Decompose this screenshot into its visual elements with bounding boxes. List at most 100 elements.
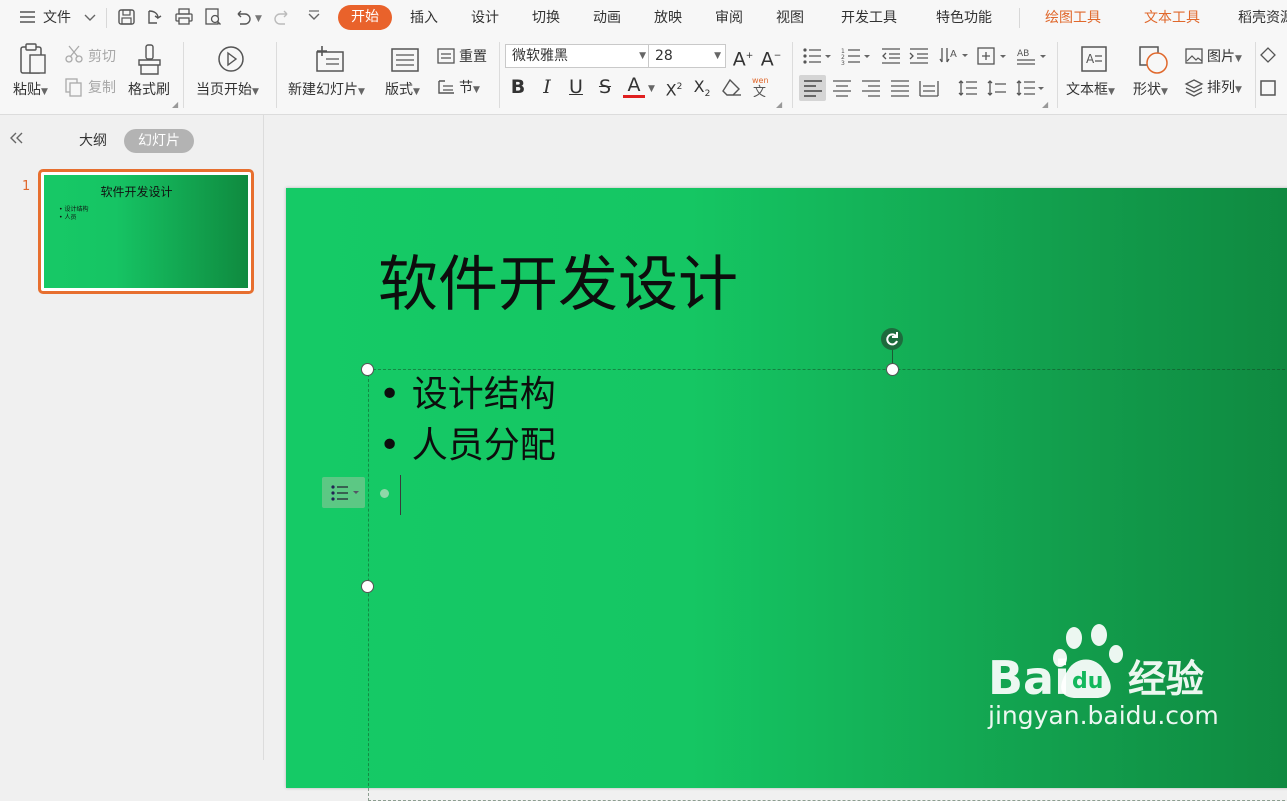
section-icon[interactable] [436, 78, 456, 96]
tab-view[interactable]: 视图 [776, 9, 804, 27]
tab-outline[interactable]: 大纲 [79, 132, 107, 150]
tab-design[interactable]: 设计 [471, 9, 499, 27]
resize-handle-top[interactable] [886, 363, 899, 376]
paste-dropdown-icon[interactable]: ▼ [41, 87, 48, 97]
layout-button[interactable]: 版式▼ [385, 81, 420, 101]
new-slide-button[interactable]: 新建幻灯片▼ [288, 81, 365, 101]
layout-icon[interactable] [390, 46, 420, 74]
picture-icon[interactable] [1184, 47, 1204, 65]
tab-transitions[interactable]: 切换 [532, 9, 560, 27]
tab-text-tools[interactable]: 文本工具 [1144, 9, 1200, 27]
dialog-launcher-icon[interactable]: ◢ [776, 96, 782, 114]
new-slide-icon[interactable] [313, 44, 345, 74]
chevron-down-icon[interactable] [81, 7, 101, 27]
undo-icon[interactable] [233, 7, 253, 27]
format-painter-icon[interactable] [136, 42, 164, 76]
picture-dropdown-icon[interactable]: ▼ [1235, 54, 1242, 64]
tab-docer-resources[interactable]: 稻壳资源 [1238, 9, 1287, 27]
redo-icon[interactable] [272, 7, 292, 27]
export-icon[interactable] [145, 7, 165, 27]
text-box-button[interactable]: 文本框▼ [1066, 81, 1115, 101]
tab-animations[interactable]: 动画 [593, 9, 621, 27]
distribute-icon[interactable] [918, 78, 940, 98]
paragraph-spacing-icon[interactable] [986, 78, 1008, 98]
resize-handle-left[interactable] [361, 580, 374, 593]
new-slide-dropdown-icon[interactable]: ▼ [358, 87, 365, 97]
layout-dropdown-icon[interactable]: ▼ [413, 87, 420, 97]
font-color-dropdown-icon[interactable]: ▼ [648, 80, 655, 98]
tab-review[interactable]: 审阅 [715, 9, 743, 27]
collapse-pane-icon[interactable] [7, 130, 25, 146]
dialog-launcher-icon[interactable]: ◢ [1042, 96, 1048, 114]
arrange-icon[interactable] [1184, 78, 1204, 98]
slide-title[interactable]: 软件开发设计 [378, 250, 738, 320]
clear-format-icon[interactable] [721, 77, 743, 97]
tab-drawing-tools[interactable]: 绘图工具 [1045, 9, 1101, 27]
play-dropdown-icon[interactable]: ▼ [252, 87, 259, 97]
print-icon[interactable] [174, 7, 194, 27]
line-spacing-icon[interactable] [957, 78, 979, 98]
increase-indent-icon[interactable] [908, 46, 930, 66]
picture-button[interactable]: 图片▼ [1207, 48, 1242, 68]
paste-icon[interactable] [18, 42, 48, 76]
save-icon[interactable] [117, 7, 137, 27]
shapes-icon[interactable] [1137, 44, 1171, 76]
decrease-indent-icon[interactable] [880, 46, 902, 66]
tab-slideshow[interactable]: 放映 [654, 9, 682, 27]
tab-insert[interactable]: 插入 [410, 9, 438, 27]
slide-thumbnail[interactable]: 软件开发设计 • 设计结构 • 人员 [38, 169, 254, 294]
increase-font-icon[interactable]: A+ [732, 45, 754, 70]
play-current-button[interactable]: 当页开始▼ [196, 81, 259, 101]
text-direction-icon[interactable]: A [938, 45, 968, 67]
justify-icon[interactable] [889, 78, 911, 98]
tab-slides[interactable]: 幻灯片 [124, 129, 194, 153]
print-preview-icon[interactable] [203, 7, 223, 27]
hamburger-menu-icon[interactable] [18, 7, 38, 27]
bullet-list-icon[interactable] [802, 46, 832, 66]
align-text-icon[interactable] [976, 46, 1008, 66]
convert-smartart-icon[interactable]: AB [1016, 46, 1048, 66]
section-button[interactable]: 节▼ [459, 79, 480, 99]
phonetic-guide-icon[interactable]: wen 文 [750, 75, 774, 97]
tab-developer[interactable]: 开发工具 [841, 9, 897, 27]
format-painter-button[interactable]: 格式刷 [128, 81, 170, 99]
align-center-icon[interactable] [831, 78, 853, 98]
arrange-button[interactable]: 排列▼ [1207, 79, 1242, 99]
subscript-icon[interactable]: X2 [690, 76, 714, 105]
chevron-down-icon[interactable]: ▼ [639, 45, 646, 67]
customize-toolbar-icon[interactable] [304, 7, 324, 27]
font-name-select[interactable]: 微软雅黑 ▼ [505, 44, 651, 68]
play-icon[interactable] [216, 44, 246, 74]
superscript-icon[interactable]: X2 [662, 76, 686, 101]
undo-dropdown-icon[interactable]: ▼ [255, 10, 262, 28]
spacing-options-icon[interactable] [1015, 78, 1045, 98]
font-size-select[interactable]: 28 ▼ [648, 44, 726, 68]
bullet-item[interactable]: • 设计结构 [379, 372, 556, 418]
fill-icon[interactable] [1258, 45, 1278, 65]
shapes-button[interactable]: 形状▼ [1133, 81, 1168, 101]
align-left-icon[interactable] [802, 78, 824, 98]
strikethrough-icon[interactable]: S [594, 76, 616, 98]
list-style-quick-button[interactable] [322, 477, 365, 508]
bullet-item[interactable]: • 人员分配 [379, 423, 556, 469]
tab-features[interactable]: 特色功能 [936, 9, 992, 27]
file-menu[interactable]: 文件 [43, 9, 71, 27]
font-color-icon[interactable]: A [623, 76, 645, 98]
reset-button[interactable]: 重置 [459, 48, 487, 66]
resize-handle-top-left[interactable] [361, 363, 374, 376]
scissors-icon[interactable] [64, 44, 84, 64]
align-right-icon[interactable] [860, 78, 882, 98]
section-dropdown-icon[interactable]: ▼ [473, 85, 480, 95]
cut-button[interactable]: 剪切 [88, 48, 116, 66]
paste-button[interactable]: 粘贴▼ [13, 81, 48, 101]
copy-icon[interactable] [64, 77, 84, 97]
underline-icon[interactable]: U [565, 76, 587, 98]
outline-icon[interactable] [1258, 78, 1278, 98]
arrange-dropdown-icon[interactable]: ▼ [1235, 85, 1242, 95]
italic-icon[interactable]: I [536, 76, 558, 98]
numbered-list-icon[interactable]: 123 [841, 46, 871, 66]
copy-button[interactable]: 复制 [88, 79, 116, 97]
rotate-handle[interactable] [881, 328, 903, 350]
text-box-icon[interactable]: A [1079, 44, 1109, 74]
shapes-dropdown-icon[interactable]: ▼ [1161, 87, 1168, 97]
